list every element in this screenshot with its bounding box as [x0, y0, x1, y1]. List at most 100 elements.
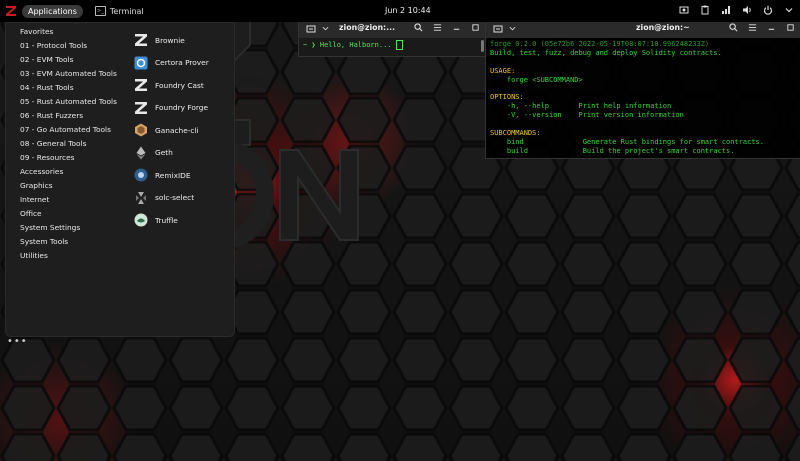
- terminal-line: OPTIONS:: [490, 93, 524, 102]
- geth-icon: [134, 146, 148, 160]
- menu-category[interactable]: Utilities: [6, 249, 124, 263]
- terminal-icon: >_: [94, 6, 106, 16]
- ganache-icon: [134, 123, 148, 137]
- scrollbar[interactable]: [481, 40, 484, 52]
- clock[interactable]: Jun 2 10:44: [385, 6, 431, 15]
- minimize-icon[interactable]: [766, 22, 777, 33]
- certora-icon: [134, 56, 148, 70]
- chevron-down-icon[interactable]: [783, 4, 794, 15]
- search-icon[interactable]: [413, 22, 424, 33]
- top-panel: Applications >_ Terminal Jun 2 10:44: [0, 0, 800, 22]
- terminal-window-buttons: [728, 22, 796, 33]
- terminal-tab-controls: [492, 23, 518, 34]
- solc-icon: [134, 191, 148, 205]
- terminal-window-small[interactable]: zion@zion:... ~ ❯ Hello, Halborn...: [298, 17, 487, 57]
- volume-icon[interactable]: [741, 4, 752, 15]
- search-icon[interactable]: [728, 22, 739, 33]
- menu-category-favorites[interactable]: Favorites: [6, 25, 124, 39]
- menu-app-ganache-cli[interactable]: Ganache-cli: [134, 119, 234, 142]
- terminal-line: bind Generate Rust bindings for smart co…: [490, 137, 764, 146]
- menu-category[interactable]: 05 - Rust Automated Tools: [6, 95, 124, 109]
- new-tab-icon[interactable]: [492, 23, 503, 34]
- menu-app-label: Truffle: [155, 215, 178, 225]
- menu-app-label: Ganache-cli: [155, 125, 199, 135]
- zion-logo-icon[interactable]: [2, 0, 20, 22]
- menu-app-label: RemixIDE: [155, 170, 191, 180]
- terminal-line: -V, --version Print version information: [490, 111, 684, 120]
- screen-capture-icon[interactable]: [678, 4, 689, 15]
- terminal-taskbar-button[interactable]: >_ Terminal: [94, 6, 144, 16]
- terminal-prompt: ~ ❯ Hello, Halborn...: [303, 41, 392, 49]
- menu-category[interactable]: System Tools: [6, 235, 124, 249]
- terminal-line: forge <SUBCOMMAND>: [490, 75, 583, 84]
- system-tray: [678, 4, 794, 15]
- menu-categories: Favorites 01 - Protocol Tools 02 - EVM T…: [6, 23, 124, 263]
- menu-category[interactable]: Accessories: [6, 165, 124, 179]
- menu-app-certora-prover[interactable]: Certora Prover: [134, 52, 234, 75]
- menu-category[interactable]: 07 - Go Automated Tools: [6, 123, 124, 137]
- terminal-output[interactable]: ~ ❯ Hello, Halborn...: [299, 38, 486, 52]
- terminal-tab-controls: [305, 23, 331, 34]
- menu-app-solc-select[interactable]: solc-select: [134, 187, 234, 210]
- text-cursor: [395, 40, 403, 50]
- menu-category[interactable]: Graphics: [6, 179, 124, 193]
- terminal-title: zion@zion:~: [636, 23, 690, 32]
- maximize-icon[interactable]: [470, 22, 481, 33]
- menu-app-foundry-cast[interactable]: Foundry Cast: [134, 74, 234, 97]
- menu-category[interactable]: 09 - Resources: [6, 151, 124, 165]
- menu-app-foundry-forge[interactable]: Foundry Forge: [134, 97, 234, 120]
- terminal-line: build Build the project's smart contract…: [490, 146, 735, 155]
- network-icon[interactable]: [720, 4, 731, 15]
- menu-category[interactable]: System Settings: [6, 221, 124, 235]
- terminal-line: Build, test, fuzz, debug and deploy Soli…: [490, 48, 722, 57]
- menu-app-label: Foundry Forge: [155, 103, 208, 113]
- applications-menu: Favorites 01 - Protocol Tools 02 - EVM T…: [5, 22, 235, 337]
- menu-category[interactable]: Internet: [6, 193, 124, 207]
- menu-category[interactable]: 02 - EVM Tools: [6, 53, 124, 67]
- terminal-output[interactable]: forge 0.2.0 (05e72b6 2022-05-19T08:07:10…: [486, 38, 800, 158]
- menu-app-label: Geth: [155, 148, 173, 158]
- menu-app-truffle[interactable]: Truffle: [134, 209, 234, 232]
- terminal-line: -h, --help Print help information: [490, 102, 672, 111]
- brownie-icon: [134, 33, 148, 47]
- menu-app-geth[interactable]: Geth: [134, 142, 234, 165]
- menu-category[interactable]: 03 - EVM Automated Tools: [6, 67, 124, 81]
- menu-category[interactable]: 01 - Protocol Tools: [6, 39, 124, 53]
- terminal-line: forge 0.2.0 (05e72b6 2022-05-19T08:07:10…: [490, 40, 710, 48]
- menu-app-label: Foundry Cast: [155, 80, 204, 90]
- power-icon[interactable]: [762, 4, 773, 15]
- foundry-cast-icon: [134, 78, 148, 92]
- hamburger-menu-icon[interactable]: [747, 22, 758, 33]
- menu-app-label: solc-select: [155, 193, 195, 203]
- minimize-icon[interactable]: [451, 22, 462, 33]
- truffle-icon: [134, 213, 148, 227]
- menu-category[interactable]: 06 - Rust Fuzzers: [6, 109, 124, 123]
- menu-app-label: Brownie: [155, 35, 185, 45]
- menu-category[interactable]: 08 - General Tools: [6, 137, 124, 151]
- hamburger-menu-icon[interactable]: [432, 22, 443, 33]
- clipboard-icon[interactable]: [699, 4, 710, 15]
- chevron-down-icon[interactable]: [507, 23, 518, 34]
- applications-menu-button[interactable]: Applications: [22, 4, 83, 18]
- chevron-down-icon[interactable]: [320, 23, 331, 34]
- remix-icon: [134, 168, 148, 182]
- show-apps-button[interactable]: •••: [7, 336, 28, 347]
- new-tab-icon[interactable]: [305, 23, 316, 34]
- menu-app-list: Brownie Certora Prover Foundry Cast Foun…: [134, 29, 234, 232]
- terminal-line: USAGE:: [490, 66, 516, 75]
- menu-app-label: Certora Prover: [155, 58, 209, 68]
- terminal-title: zion@zion:...: [339, 23, 396, 32]
- menu-app-remixide[interactable]: RemixIDE: [134, 164, 234, 187]
- menu-category[interactable]: 04 - Rust Tools: [6, 81, 124, 95]
- terminal-line: SUBCOMMANDS:: [490, 129, 541, 138]
- terminal-taskbar-label: Terminal: [109, 6, 144, 16]
- maximize-icon[interactable]: [785, 22, 796, 33]
- terminal-window-main[interactable]: zion@zion:~ forge 0.2.0 (05e72b6 2022-05…: [485, 17, 800, 159]
- foundry-forge-icon: [134, 101, 148, 115]
- menu-app-brownie[interactable]: Brownie: [134, 29, 234, 52]
- menu-category[interactable]: Office: [6, 207, 124, 221]
- terminal-window-buttons: [413, 22, 481, 33]
